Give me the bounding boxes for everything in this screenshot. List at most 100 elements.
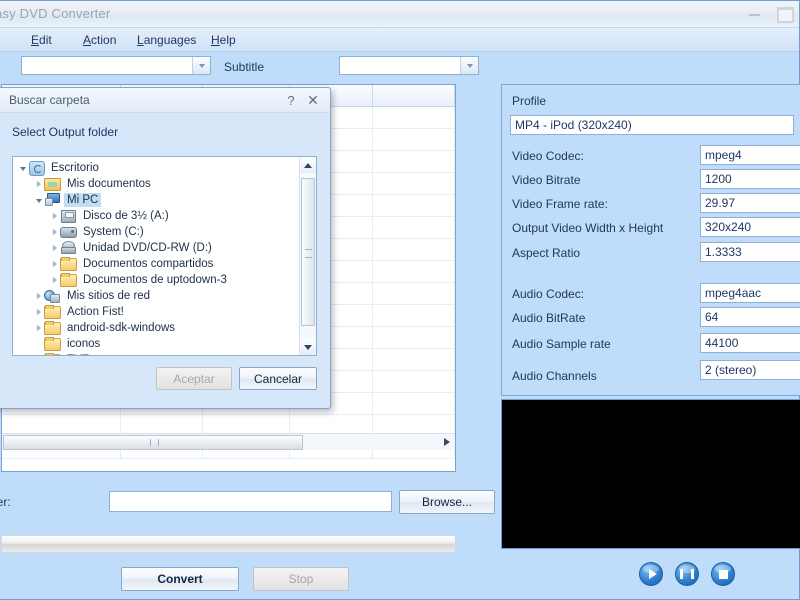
- window-controls: [745, 5, 794, 23]
- tree-item-label: iconos: [67, 338, 101, 350]
- tree-item[interactable]: Action Fist!: [13, 304, 299, 320]
- dialog-accept-button: Aceptar: [156, 367, 232, 390]
- scrollbar-thumb[interactable]: [3, 435, 303, 450]
- output-folder-label: ut Folder:: [0, 495, 11, 509]
- expand-arrow-icon[interactable]: [33, 179, 44, 190]
- tree-vertical-scrollbar[interactable]: [299, 157, 316, 355]
- menu-bar: EEditdit Action Languages Help: [0, 28, 799, 52]
- video-codec-value[interactable]: mpeg4: [700, 145, 800, 165]
- menu-item-help[interactable]: Help: [205, 32, 242, 48]
- collapse-arrow-icon[interactable]: [33, 195, 44, 206]
- horizontal-scrollbar[interactable]: [2, 433, 455, 450]
- minimize-button[interactable]: [745, 5, 764, 20]
- play-icon: [648, 569, 657, 579]
- output-folder-input[interactable]: [109, 491, 392, 512]
- folder-icon: [60, 273, 77, 287]
- close-icon[interactable]: ✕: [304, 91, 322, 109]
- scroll-up-arrow-icon[interactable]: [300, 157, 316, 173]
- column-header-extra-2[interactable]: [373, 85, 455, 106]
- collapse-arrow-icon[interactable]: [17, 163, 28, 174]
- audio-codec-value[interactable]: mpeg4aac: [700, 283, 800, 303]
- menu-item-action[interactable]: Action: [77, 32, 122, 48]
- tree-item-label: TXT: [64, 353, 92, 355]
- tree-item[interactable]: Documentos de uptodown-3: [13, 272, 299, 288]
- pause-icon: [680, 569, 694, 579]
- network-icon: [44, 289, 60, 303]
- maximize-icon: [777, 7, 794, 23]
- maximize-button[interactable]: [774, 5, 794, 23]
- tree-item[interactable]: Escritorio: [13, 160, 299, 176]
- stop-playback-button[interactable]: [711, 562, 735, 586]
- menu-item-languages[interactable]: Languages: [131, 32, 202, 48]
- dvd-drive-icon: [60, 241, 76, 255]
- subtitle-label: Subtitle: [224, 60, 265, 74]
- tree-item[interactable]: Unidad DVD/CD-RW (D:): [13, 240, 299, 256]
- browse-button[interactable]: Browse...: [399, 490, 495, 514]
- audio-channels-label: Audio Channels: [512, 369, 597, 383]
- tree-item[interactable]: Documentos compartidos: [13, 256, 299, 272]
- expand-arrow-icon[interactable]: [49, 227, 60, 238]
- video-bitrate-label: Video Bitrate: [512, 173, 581, 187]
- convert-button[interactable]: Convert: [121, 567, 239, 591]
- tree-item[interactable]: Mis documentos: [13, 176, 299, 192]
- play-button[interactable]: [639, 562, 663, 586]
- scrollbar-thumb[interactable]: [301, 178, 315, 326]
- media-controls: [501, 557, 800, 591]
- video-codec-label: Video Codec:: [512, 149, 584, 163]
- window-title: asy DVD Converter: [0, 6, 111, 21]
- tree-item-label: Unidad DVD/CD-RW (D:): [83, 242, 212, 254]
- expand-arrow-icon[interactable]: [49, 259, 60, 270]
- tree-item-label: Mi PC: [64, 193, 102, 207]
- aspect-ratio-value[interactable]: 1.3333: [700, 242, 800, 262]
- pause-button[interactable]: [675, 562, 699, 586]
- audio-codec-label: Audio Codec:: [512, 287, 585, 301]
- chevron-down-icon[interactable]: [192, 57, 210, 74]
- expand-arrow-icon[interactable]: [33, 291, 44, 302]
- audio-channels-value[interactable]: 2 (stereo): [700, 360, 800, 380]
- help-icon[interactable]: ?: [282, 91, 300, 109]
- tree-item-label: Action Fist!: [67, 306, 124, 318]
- tree-item[interactable]: iconos: [13, 336, 299, 352]
- subtitle-combo[interactable]: [339, 56, 479, 75]
- audio-sample-rate-value[interactable]: 44100: [700, 333, 800, 353]
- hard-disk-icon: [60, 225, 77, 239]
- audio-combo[interactable]: [21, 56, 211, 75]
- profile-select[interactable]: MP4 - iPod (320x240): [510, 115, 794, 135]
- expand-arrow-icon[interactable]: [49, 211, 60, 222]
- tree-item-label: android-sdk-windows: [67, 322, 176, 334]
- tree-item[interactable]: android-sdk-windows: [13, 320, 299, 336]
- tree-item[interactable]: Disco de 3½ (A:): [13, 208, 299, 224]
- expand-arrow-icon[interactable]: [33, 355, 44, 356]
- main-window: asy DVD Converter EEditdit Action Langua…: [0, 0, 800, 600]
- tree-item[interactable]: Mi PC: [13, 192, 299, 208]
- track-selection-row: o Subtitle: [0, 52, 799, 84]
- folder-tree[interactable]: Escritorio Mis documentos Mi PC Disco de 3½…: [12, 156, 317, 356]
- expand-arrow-icon[interactable]: [49, 275, 60, 286]
- tree-item-label: Documentos de uptodown-3: [83, 274, 227, 286]
- output-size-value[interactable]: 320x240: [700, 217, 800, 237]
- chevron-down-icon[interactable]: [460, 57, 478, 74]
- tree-item[interactable]: Mis sitios de red: [13, 288, 299, 304]
- scroll-right-arrow-icon[interactable]: [438, 434, 455, 450]
- stop-button: Stop: [253, 567, 349, 591]
- menu-item-edit[interactable]: EEditdit: [25, 32, 58, 48]
- my-documents-folder-icon: [44, 177, 61, 191]
- expand-arrow-icon[interactable]: [49, 243, 60, 254]
- my-computer-icon: [44, 193, 60, 207]
- folder-icon: [44, 321, 61, 335]
- expand-arrow-icon[interactable]: [33, 323, 44, 334]
- folder-tree-items[interactable]: Escritorio Mis documentos Mi PC Disco de 3½…: [13, 157, 299, 355]
- scroll-down-arrow-icon[interactable]: [300, 339, 316, 355]
- expand-arrow-icon[interactable]: [33, 307, 44, 318]
- video-frame-rate-value[interactable]: 29.97: [700, 193, 800, 213]
- floppy-drive-icon: [60, 209, 76, 223]
- audio-bitrate-value[interactable]: 64: [700, 307, 800, 327]
- tree-item[interactable]: System (C:): [13, 224, 299, 240]
- dialog-title: Buscar carpeta: [9, 93, 90, 107]
- dialog-cancel-button[interactable]: Cancelar: [239, 367, 317, 390]
- video-bitrate-value[interactable]: 1200: [700, 169, 800, 189]
- tree-item[interactable]: TXT: [13, 352, 299, 356]
- folder-icon: [44, 305, 61, 319]
- folder-icon: [44, 353, 61, 355]
- output-size-label: Output Video Width x Height: [512, 221, 664, 235]
